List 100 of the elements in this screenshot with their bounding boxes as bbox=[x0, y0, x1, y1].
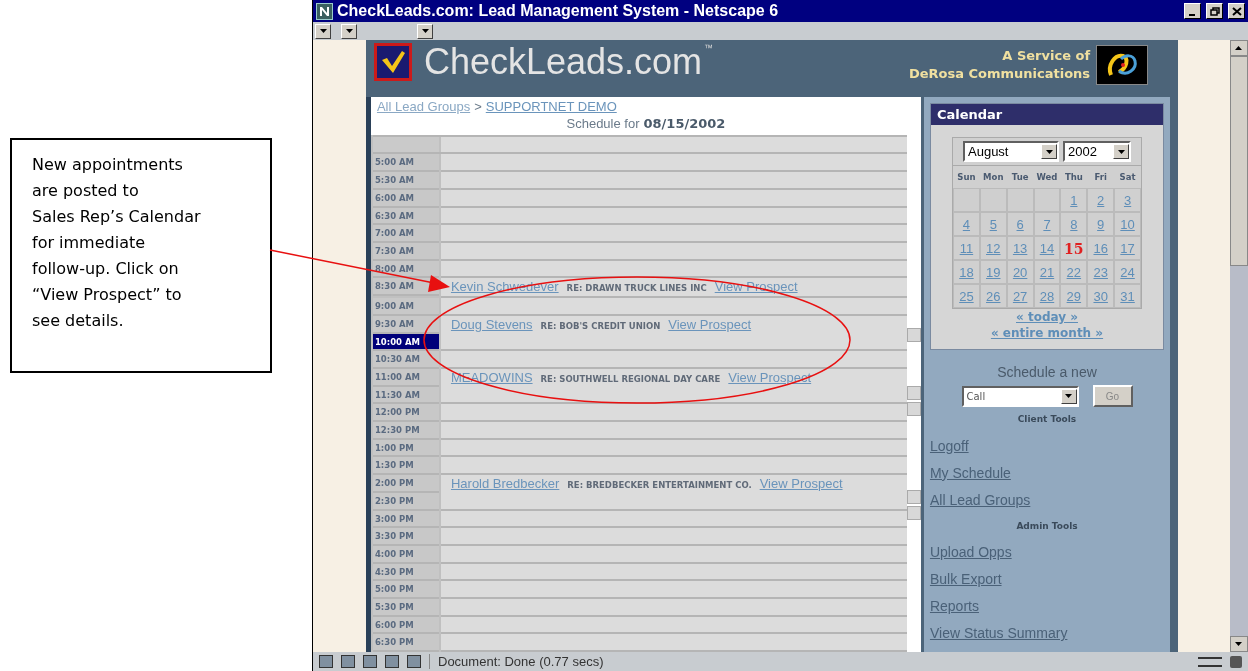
time-slot-label: 3:30 PM bbox=[372, 528, 439, 546]
calendar-day[interactable]: 14 bbox=[1033, 236, 1061, 260]
schedule-date: 08/15/2002 bbox=[643, 115, 726, 132]
breadcrumb-separator: > bbox=[474, 99, 482, 115]
time-slot-label: 5:00 PM bbox=[372, 581, 439, 599]
view-prospect-link[interactable]: View Prospect bbox=[668, 316, 752, 332]
calendar-day[interactable]: 29 bbox=[1060, 284, 1088, 308]
calendar-link[interactable]: « entire month » bbox=[990, 325, 1104, 341]
calendar-day[interactable]: 3 bbox=[1114, 188, 1141, 212]
regarding-text: RE: SOUTHWELL REGIONAL DAY CARE bbox=[540, 374, 721, 384]
calendar-day[interactable]: 8 bbox=[1060, 212, 1088, 236]
sidebar-link[interactable]: Bulk Export bbox=[929, 566, 1002, 593]
sidebar-link[interactable]: Logoff bbox=[929, 432, 969, 460]
prospect-name-link[interactable]: Harold Bredbecker bbox=[450, 476, 560, 492]
appointment-type-select[interactable]: Call bbox=[961, 385, 1079, 407]
weekday-label: Tue bbox=[1010, 171, 1030, 184]
toolbar-toggle-icon[interactable] bbox=[341, 23, 357, 39]
sidebar-link[interactable]: All Lead Groups bbox=[929, 486, 1031, 514]
view-prospect-link[interactable]: View Prospect bbox=[728, 370, 812, 385]
callout-text: New appointments are posted to Sales Rep’s Calendar for immediate follow-up. Click on “View Prospect” to see details. bbox=[32, 155, 201, 330]
time-slot-label: 2:00 PM bbox=[372, 475, 439, 493]
close-icon[interactable] bbox=[1228, 3, 1245, 19]
go-button[interactable]: Go bbox=[1092, 385, 1133, 407]
calendar-day[interactable]: 9 bbox=[1087, 212, 1115, 236]
year-select[interactable]: 2002 bbox=[1063, 141, 1131, 162]
calendar-day[interactable]: 23 bbox=[1087, 260, 1115, 284]
calendar-day[interactable]: 13 bbox=[1006, 236, 1034, 260]
page-scrollbar[interactable] bbox=[1230, 40, 1248, 652]
time-slot-label: 12:00 PM bbox=[372, 404, 439, 423]
calendar-day[interactable]: 1 bbox=[1060, 188, 1088, 212]
calendar-day[interactable]: 18 bbox=[953, 260, 980, 284]
calendar-day[interactable]: 7 bbox=[1033, 212, 1061, 236]
sidebar-link[interactable]: Reports bbox=[929, 593, 979, 620]
time-slot-label: 6:30 PM bbox=[372, 634, 439, 652]
time-slot-label: 5:30 AM bbox=[372, 172, 439, 190]
calendar-day[interactable]: 11 bbox=[953, 236, 980, 260]
time-slot-label: 12:30 PM bbox=[372, 422, 439, 440]
site-logo: CheckLeads.com bbox=[423, 43, 703, 80]
calendar-day[interactable]: 20 bbox=[1006, 260, 1034, 284]
sidebar-link[interactable]: Upload Opps bbox=[929, 539, 1012, 566]
calendar-day[interactable]: 10 bbox=[1114, 212, 1141, 236]
calendar-day[interactable]: 21 bbox=[1033, 260, 1061, 284]
weekday-label: Fri bbox=[1093, 171, 1108, 184]
calendar-day[interactable]: 22 bbox=[1060, 260, 1088, 284]
sidebar-link[interactable]: My Schedule bbox=[929, 459, 1011, 487]
netscape-icon bbox=[316, 2, 333, 20]
calendar-title: Calendar bbox=[930, 104, 1164, 125]
view-prospect-link[interactable]: View Prospect bbox=[714, 279, 798, 295]
time-slot-label: 11:00 AM bbox=[372, 369, 439, 387]
calendar-day[interactable]: 24 bbox=[1114, 260, 1141, 284]
status-text: Document: Done (0.77 secs) bbox=[438, 652, 605, 671]
calendar-day[interactable]: 17 bbox=[1114, 236, 1141, 260]
company-name: DeRosa Communications bbox=[908, 64, 1091, 83]
breadcrumb-link[interactable]: All Lead Groups bbox=[376, 99, 471, 115]
calendar-day[interactable]: 28 bbox=[1033, 284, 1061, 308]
regarding-text: RE: BOB'S CREDIT UNION bbox=[540, 320, 661, 331]
calendar-day[interactable]: 26 bbox=[979, 284, 1007, 308]
toolbar-toggle-icon[interactable] bbox=[417, 23, 433, 39]
calendar-day[interactable]: 5 bbox=[979, 212, 1007, 236]
scroll-up-icon[interactable] bbox=[1230, 40, 1248, 56]
time-slot-label: 5:00 AM bbox=[372, 154, 439, 173]
scroll-down-icon[interactable] bbox=[1230, 636, 1248, 652]
scrollbar-thumb[interactable] bbox=[1230, 56, 1248, 266]
calendar-day[interactable]: 25 bbox=[953, 284, 980, 308]
calendar-link[interactable]: « today » bbox=[1016, 309, 1078, 325]
weekday-label: Sat bbox=[1118, 171, 1137, 184]
tools-heading: Client Tools bbox=[1017, 413, 1077, 426]
time-slot-label: 1:30 PM bbox=[372, 457, 439, 476]
prospect-name-link[interactable]: Doug Stevens bbox=[450, 316, 533, 332]
service-tagline: A Service of bbox=[1002, 46, 1091, 65]
company-logo-icon bbox=[1096, 44, 1149, 85]
toolbar-toggle-icon[interactable] bbox=[315, 23, 331, 39]
calendar-day[interactable]: 12 bbox=[979, 236, 1007, 260]
dropdown-caret-icon[interactable] bbox=[1041, 144, 1057, 159]
calendar-day[interactable]: 2 bbox=[1087, 188, 1115, 212]
dropdown-caret-icon[interactable] bbox=[1113, 144, 1129, 159]
minimize-icon[interactable] bbox=[1184, 3, 1201, 19]
sidebar-link[interactable]: View Status Summary bbox=[929, 620, 1068, 647]
calendar-day[interactable]: 16 bbox=[1087, 236, 1115, 260]
time-slot-label: 7:00 AM bbox=[372, 225, 439, 243]
restore-icon[interactable] bbox=[1206, 3, 1223, 19]
breadcrumb-link[interactable]: SUPPORTNET DEMO bbox=[485, 99, 617, 115]
calendar-day[interactable]: 27 bbox=[1006, 284, 1034, 308]
regarding-text: RE: BREDBECKER ENTERTAINMENT CO. bbox=[567, 480, 752, 491]
calendar-day[interactable]: 30 bbox=[1087, 284, 1115, 308]
calendar-day[interactable]: 31 bbox=[1114, 284, 1141, 308]
schedule-label: Schedule for bbox=[566, 115, 640, 132]
view-prospect-link[interactable]: View Prospect bbox=[759, 476, 843, 492]
tools-heading: Admin Tools bbox=[1016, 519, 1078, 533]
calendar-day[interactable]: 15 bbox=[1060, 236, 1088, 260]
dropdown-caret-icon[interactable] bbox=[1060, 388, 1077, 404]
trademark-mark: ™ bbox=[704, 42, 714, 55]
schedule-new-label: Schedule a new bbox=[997, 363, 1097, 382]
regarding-text: RE: DRAWN TRUCK LINES INC bbox=[566, 283, 707, 294]
calendar-day[interactable]: 4 bbox=[953, 212, 980, 236]
time-slot-label: 9:00 AM bbox=[372, 298, 439, 316]
calendar-day[interactable]: 6 bbox=[1006, 212, 1034, 236]
weekday-label: Thu bbox=[1063, 171, 1084, 184]
month-select[interactable]: August bbox=[963, 141, 1059, 162]
calendar-day[interactable]: 19 bbox=[979, 260, 1007, 284]
